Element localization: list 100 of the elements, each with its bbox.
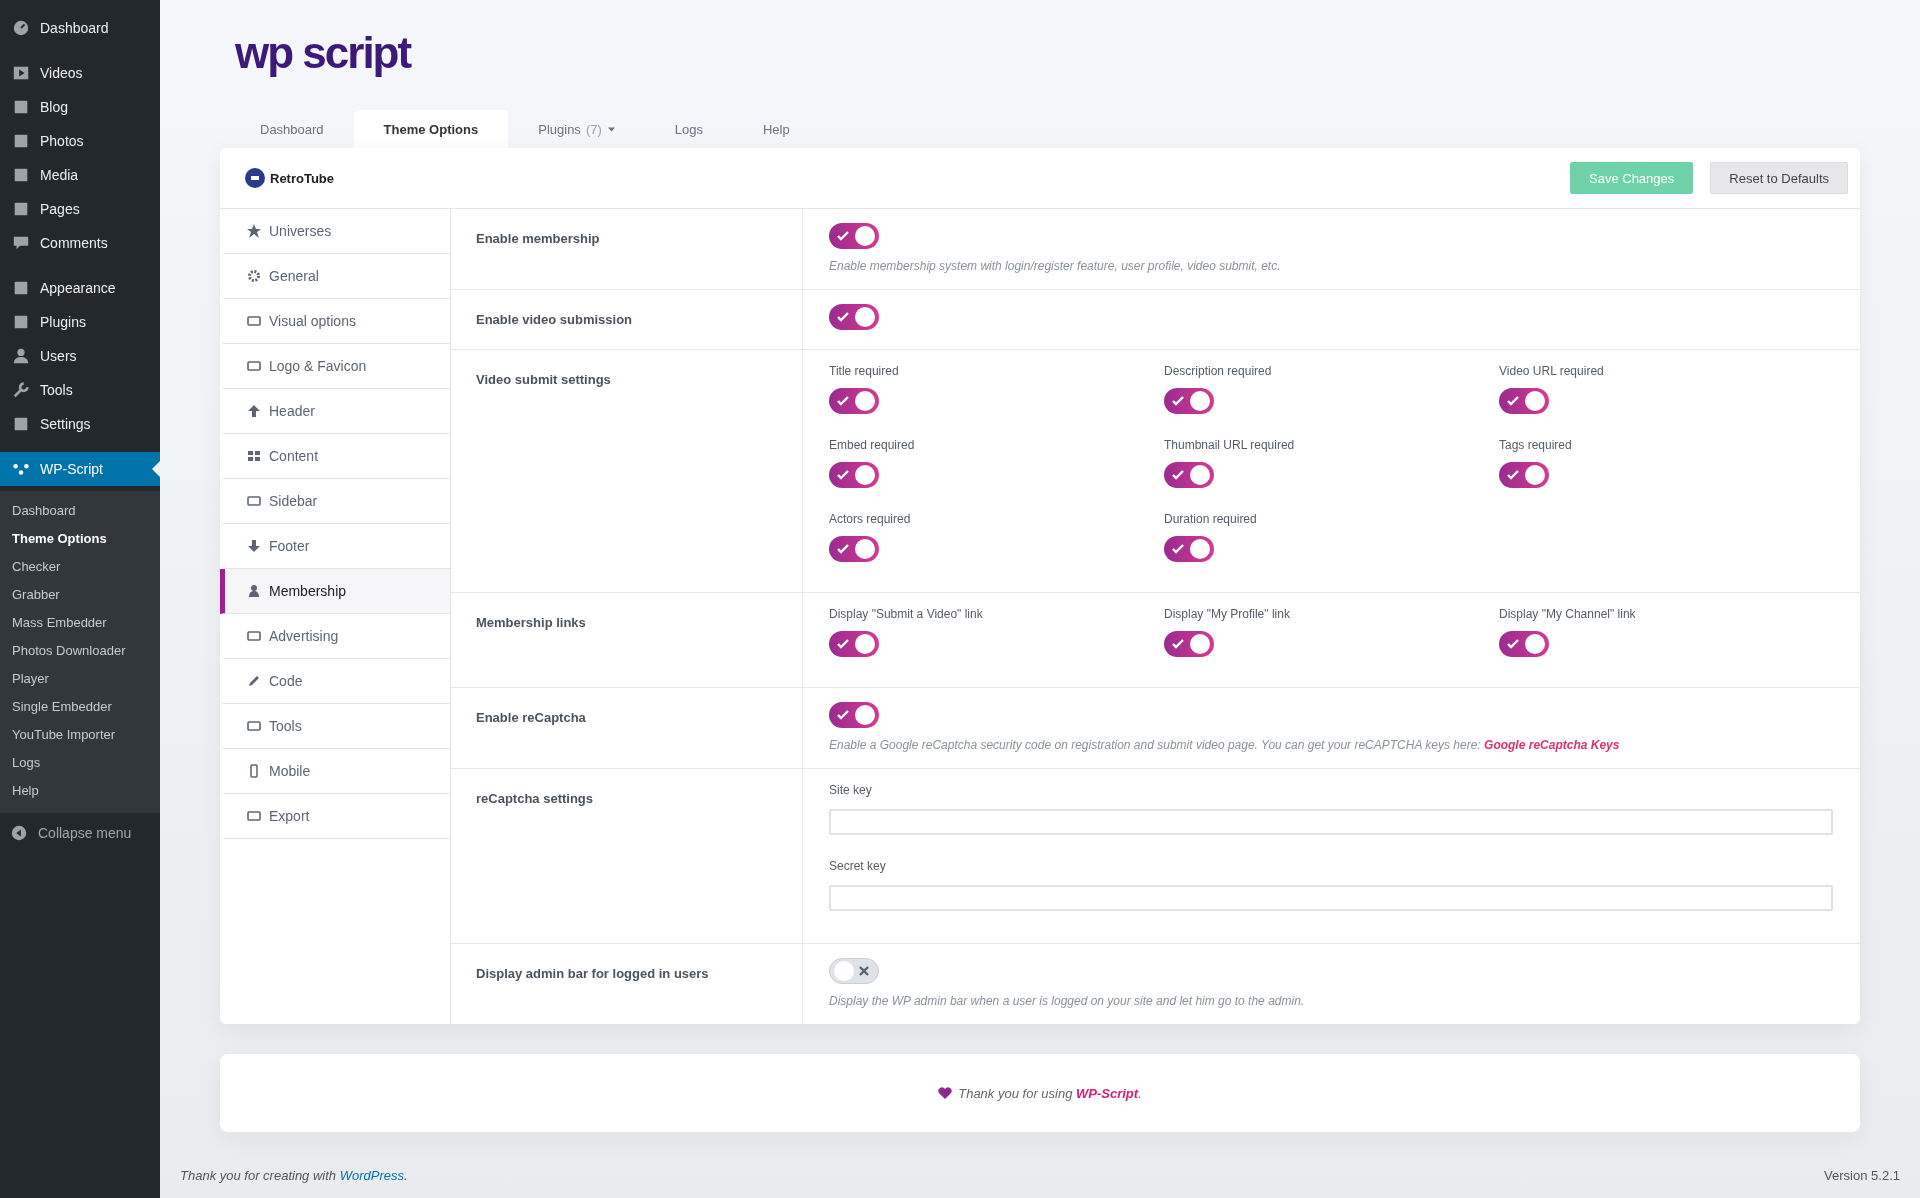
- toggle-label: Actors required: [829, 512, 911, 526]
- admin-submenu-item[interactable]: Mass Embedder: [0, 609, 160, 637]
- admin-submenu-item[interactable]: Theme Options: [0, 525, 160, 553]
- toggle-switch[interactable]: [829, 536, 879, 562]
- admin-menu-item[interactable]: Tools: [0, 373, 160, 407]
- options-nav-item[interactable]: Export: [220, 794, 450, 839]
- options-nav-item[interactable]: Visual options: [220, 299, 450, 344]
- toggle-switch[interactable]: [829, 223, 879, 249]
- theme-name: RetroTube: [270, 170, 335, 186]
- thanks-text: Thank you for using WP-Script.: [958, 1085, 1142, 1101]
- toggle-switch[interactable]: [829, 388, 879, 414]
- admin-menu-item[interactable]: Comments: [0, 226, 160, 260]
- toggle-switch[interactable]: [1499, 388, 1549, 414]
- check-icon: [837, 231, 849, 241]
- toggle-switch[interactable]: [1164, 631, 1214, 657]
- setting-label: Video submit settings: [451, 350, 803, 592]
- toggle-switch[interactable]: [1164, 388, 1214, 414]
- check-icon: [837, 312, 849, 322]
- tab[interactable]: Plugins (7): [508, 110, 645, 148]
- reset-defaults-button[interactable]: Reset to Defaults: [1710, 162, 1848, 194]
- admin-submenu-item[interactable]: Logs: [0, 749, 160, 777]
- admin-menu-item[interactable]: Pages: [0, 192, 160, 226]
- admin-submenu-item[interactable]: Player: [0, 665, 160, 693]
- check-icon: [1172, 544, 1184, 554]
- toggle-label: Duration required: [1164, 512, 1257, 526]
- tab[interactable]: Logs: [644, 110, 733, 148]
- admin-menu-item[interactable]: Dashboard: [0, 11, 160, 45]
- input-field[interactable]: [829, 809, 1833, 835]
- toggle-switch[interactable]: [1164, 462, 1214, 488]
- admin-menu-item[interactable]: Appearance: [0, 271, 160, 305]
- arrow-up-icon: [247, 404, 261, 418]
- setting-label: Membership links: [451, 593, 803, 687]
- collapse-menu-button[interactable]: Collapse menu: [0, 813, 160, 853]
- options-nav-item[interactable]: Header: [220, 389, 450, 434]
- options-nav-item[interactable]: Tools: [220, 704, 450, 749]
- grid-icon: [247, 449, 261, 463]
- toggle-switch[interactable]: [829, 702, 879, 728]
- options-nav-item[interactable]: Code: [220, 659, 450, 704]
- admin-menu-item[interactable]: Plugins: [0, 305, 160, 339]
- theme-logo-icon: [245, 168, 265, 188]
- options-nav-item[interactable]: Logo & Favicon: [220, 344, 450, 389]
- recaptcha-keys-link[interactable]: Google reCaptcha Keys: [1484, 738, 1620, 752]
- admin-menu-item[interactable]: Photos: [0, 124, 160, 158]
- admin-submenu-item[interactable]: Checker: [0, 553, 160, 581]
- check-icon: [837, 710, 849, 720]
- tab[interactable]: Theme Options: [353, 110, 509, 148]
- setting-description: Display the WP admin bar when a user is logged on your site and let him go to the admin.: [829, 994, 1306, 1008]
- toggle-switch[interactable]: [829, 304, 879, 330]
- toggle-switch[interactable]: [1499, 631, 1549, 657]
- options-nav-item[interactable]: Advertising: [220, 614, 450, 659]
- footer-text: Thank you for creating with WordPress.: [180, 1168, 408, 1183]
- check-icon: [1172, 396, 1184, 406]
- options-nav-item[interactable]: General: [220, 254, 450, 299]
- admin-menu-item[interactable]: Users: [0, 339, 160, 373]
- toggle-label: Title required: [829, 364, 899, 378]
- toggle-switch[interactable]: [829, 958, 879, 984]
- toggle-label: Display "My Profile" link: [1164, 607, 1290, 621]
- setting-label: reCaptcha settings: [451, 769, 803, 943]
- options-nav-item[interactable]: Content: [220, 434, 450, 479]
- check-icon: [837, 544, 849, 554]
- check-icon: [1507, 396, 1519, 406]
- admin-submenu-item[interactable]: YouTube Importer: [0, 721, 160, 749]
- toggle-switch[interactable]: [829, 462, 879, 488]
- toggle-label: Display "My Channel" link: [1499, 607, 1636, 621]
- admin-menu-item[interactable]: Videos: [0, 56, 160, 90]
- wordpress-link[interactable]: WordPress: [339, 1168, 404, 1183]
- check-icon: [837, 396, 849, 406]
- admin-submenu-item[interactable]: Photos Downloader: [0, 637, 160, 665]
- options-nav-item[interactable]: Membership: [220, 569, 450, 614]
- admin-submenu-item[interactable]: Dashboard: [0, 497, 160, 525]
- user-icon: [12, 347, 30, 365]
- user-icon: [247, 584, 261, 598]
- tab[interactable]: Help: [732, 110, 820, 148]
- input-field[interactable]: [829, 885, 1833, 911]
- arrow-down-icon: [247, 539, 261, 553]
- admin-menu-item[interactable]: Blog: [0, 90, 160, 124]
- logo: wp script: [235, 28, 411, 79]
- options-nav-item[interactable]: Sidebar: [220, 479, 450, 524]
- check-icon: [1172, 470, 1184, 480]
- admin-menu-item[interactable]: WP-Script: [0, 452, 160, 486]
- toggle-label: Tags required: [1499, 438, 1572, 452]
- toggle-switch[interactable]: [1499, 462, 1549, 488]
- check-icon: [1507, 639, 1519, 649]
- toggle-switch[interactable]: [1164, 536, 1214, 562]
- admin-submenu-item[interactable]: Single Embedder: [0, 693, 160, 721]
- admin-submenu-item[interactable]: Grabber: [0, 581, 160, 609]
- check-icon: [1507, 470, 1519, 480]
- gauge-icon: [12, 19, 30, 37]
- admin-menu-item[interactable]: Media: [0, 158, 160, 192]
- admin-submenu-item[interactable]: Help: [0, 777, 160, 805]
- setting-label: Display admin bar for logged in users: [451, 944, 803, 1024]
- collapse-icon: [10, 824, 28, 842]
- admin-menu-item[interactable]: Settings: [0, 407, 160, 441]
- setting-label: Enable reCaptcha: [451, 688, 803, 768]
- options-nav-item[interactable]: Universes: [220, 209, 450, 254]
- pencil-icon: [247, 674, 261, 688]
- options-nav-item[interactable]: Mobile: [220, 749, 450, 794]
- setting-label: Enable membership: [451, 209, 803, 289]
- tab[interactable]: Dashboard: [230, 110, 354, 148]
- toggle-switch[interactable]: [829, 631, 879, 657]
